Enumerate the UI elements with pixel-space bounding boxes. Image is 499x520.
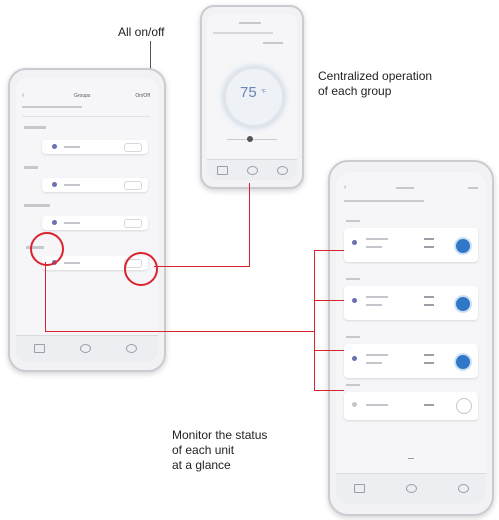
connector-bracket-vertical bbox=[314, 250, 315, 390]
mode-selector[interactable] bbox=[263, 42, 283, 44]
unit-label-1 bbox=[346, 220, 360, 222]
callout-centralized-line1: Centralized operation bbox=[318, 69, 433, 83]
group-header-1 bbox=[24, 126, 46, 129]
fan-speed-knob[interactable] bbox=[247, 136, 253, 142]
all-onoff-button[interactable]: On/Off bbox=[135, 93, 150, 99]
callout-all-onoff: All on/off bbox=[118, 25, 165, 39]
back-icon[interactable]: ‹ bbox=[344, 184, 346, 191]
connector-temp-vertical bbox=[249, 183, 250, 267]
home-icon[interactable] bbox=[34, 344, 45, 353]
connector-unit-3 bbox=[314, 350, 344, 351]
unit-fan-label bbox=[366, 362, 382, 364]
group-card-1[interactable] bbox=[42, 140, 148, 154]
unit-status-icon bbox=[352, 356, 357, 361]
card-label bbox=[64, 146, 80, 148]
group-header-2 bbox=[24, 166, 38, 169]
settings-icon[interactable] bbox=[458, 484, 469, 493]
back-icon[interactable]: ‹ bbox=[22, 92, 24, 99]
connector-temp-horizontal bbox=[154, 266, 250, 267]
room-temp bbox=[424, 304, 434, 306]
highlight-group-circle bbox=[30, 232, 64, 266]
temperature-value: 75 bbox=[240, 84, 257, 101]
setpoint-temp bbox=[424, 238, 434, 240]
unit-card-3[interactable] bbox=[344, 344, 478, 378]
callout-monitor-line1: Monitor the status bbox=[172, 428, 268, 442]
tab-bar bbox=[16, 335, 158, 362]
unit-mode-label bbox=[366, 296, 388, 298]
group-card-3[interactable] bbox=[42, 216, 148, 230]
power-off-icon[interactable] bbox=[456, 398, 472, 414]
callout-monitor-line2: of each unit bbox=[172, 443, 235, 457]
home-icon[interactable] bbox=[217, 166, 228, 175]
thermo-subtitle bbox=[213, 32, 273, 34]
thermostat-screen: 75 °F bbox=[207, 14, 297, 180]
temperature-dial[interactable]: 75 °F bbox=[223, 66, 285, 128]
room-temp bbox=[424, 246, 434, 248]
unit-label-3 bbox=[346, 336, 360, 338]
settings-icon[interactable] bbox=[277, 166, 288, 175]
unit-label-4 bbox=[346, 384, 360, 386]
unit-label-2 bbox=[346, 278, 360, 280]
units-screen: ‹ bbox=[336, 172, 486, 504]
temp-pill[interactable] bbox=[124, 181, 142, 190]
section-divider bbox=[22, 116, 150, 117]
tab-bar bbox=[336, 473, 486, 504]
fan-icon[interactable] bbox=[247, 166, 258, 175]
unit-status-icon bbox=[352, 240, 357, 245]
unit-status-icon bbox=[352, 298, 357, 303]
phone-thermostat: 75 °F bbox=[200, 5, 304, 189]
unit-card-4[interactable] bbox=[344, 392, 478, 420]
unit-status-icon bbox=[52, 220, 57, 225]
phone-groups: ‹ Groups On/Off bbox=[8, 68, 166, 372]
unit-fan-label bbox=[366, 246, 382, 248]
unit-mode-label bbox=[366, 354, 388, 356]
breadcrumb bbox=[344, 200, 424, 202]
groups-screen: ‹ Groups On/Off bbox=[16, 78, 158, 362]
room-temp bbox=[424, 362, 434, 364]
power-on-icon[interactable] bbox=[454, 353, 472, 371]
breadcrumb bbox=[22, 106, 82, 108]
card-label bbox=[64, 222, 80, 224]
temp-pill[interactable] bbox=[124, 143, 142, 152]
all-onoff-button[interactable] bbox=[468, 187, 478, 189]
card-label bbox=[64, 184, 80, 186]
home-icon[interactable] bbox=[354, 484, 365, 493]
unit-status-icon bbox=[352, 402, 357, 407]
unit-status-icon bbox=[52, 182, 57, 187]
tab-bar bbox=[207, 159, 297, 180]
connector-unit-4 bbox=[314, 390, 344, 391]
groups-title: Groups bbox=[74, 93, 91, 99]
unit-fan-label bbox=[366, 304, 382, 306]
power-on-icon[interactable] bbox=[454, 237, 472, 255]
unit-status-icon bbox=[52, 144, 57, 149]
connector-group-horizontal bbox=[45, 331, 315, 332]
thermo-title bbox=[239, 22, 261, 24]
card-label bbox=[64, 262, 80, 264]
unit-mode-label bbox=[366, 238, 388, 240]
connector-group-vertical bbox=[45, 262, 46, 332]
units-title bbox=[396, 187, 414, 189]
callout-monitor-line3: at a glance bbox=[172, 458, 231, 472]
setpoint-temp bbox=[424, 296, 434, 298]
connector-unit-1 bbox=[314, 250, 344, 251]
setpoint-temp bbox=[424, 404, 434, 406]
temperature-unit: °F bbox=[261, 89, 267, 95]
schedule-icon[interactable] bbox=[406, 484, 417, 493]
unit-mode-label bbox=[366, 404, 388, 406]
schedule-icon[interactable] bbox=[80, 344, 91, 353]
setpoint-temp bbox=[424, 354, 434, 356]
unit-card-1[interactable] bbox=[344, 228, 478, 262]
temp-pill[interactable] bbox=[124, 219, 142, 228]
power-on-icon[interactable] bbox=[454, 295, 472, 313]
highlight-temp-circle bbox=[124, 252, 158, 286]
callout-centralized-line2: of each group bbox=[318, 84, 392, 98]
phone-units: ‹ bbox=[328, 160, 494, 516]
settings-icon[interactable] bbox=[126, 344, 137, 353]
connector-unit-2 bbox=[314, 300, 344, 301]
unit-card-2[interactable] bbox=[344, 286, 478, 320]
group-card-2[interactable] bbox=[42, 178, 148, 192]
scroll-indicator bbox=[408, 458, 414, 459]
group-header-3 bbox=[24, 204, 50, 207]
